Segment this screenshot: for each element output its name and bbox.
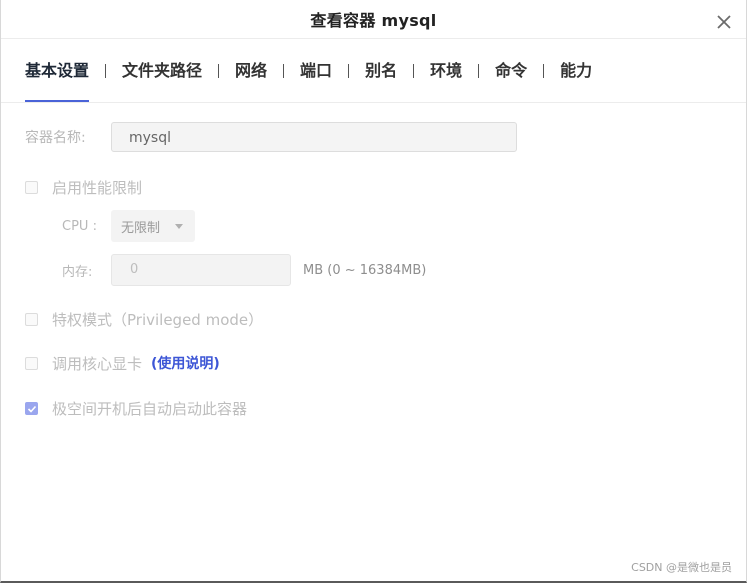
- tab-divider: [105, 63, 107, 78]
- tab-basic-settings[interactable]: 基本设置: [25, 56, 90, 102]
- tab-ports[interactable]: 端口: [300, 56, 332, 86]
- memory-label: 内存:: [62, 264, 93, 280]
- perf-limit-label: 启用性能限制: [52, 178, 143, 197]
- container-name-label: 容器名称:: [25, 130, 86, 146]
- privileged-checkbox[interactable]: [25, 312, 38, 326]
- watermark: CSDN @是微也是员: [631, 561, 732, 574]
- basic-settings-form: 容器名称: mysql 启用性能限制 CPU : 无限制 内存: 0 MB (0…: [25, 121, 725, 419]
- tab-environment[interactable]: 环境: [430, 56, 462, 86]
- checkmark-icon: [27, 405, 37, 413]
- container-name-row: 容器名称: mysql: [25, 121, 725, 153]
- gpu-label: 调用核心显卡: [52, 354, 143, 373]
- cpu-select[interactable]: 无限制: [111, 210, 195, 242]
- cpu-select-value: 无限制: [121, 220, 161, 236]
- tab-bar: 基本设置 文件夹路径 网络 端口 别名 环境 命令 能力: [1, 39, 746, 103]
- privileged-label: 特权模式（Privileged mode）: [52, 310, 264, 329]
- tab-divider: [283, 63, 285, 78]
- tab-network[interactable]: 网络: [235, 56, 267, 86]
- cpu-row: CPU : 无限制: [25, 210, 725, 242]
- perf-limit-checkbox[interactable]: [25, 180, 38, 194]
- gpu-checkbox[interactable]: [25, 356, 38, 370]
- tab-folder-path[interactable]: 文件夹路径: [122, 56, 202, 86]
- memory-row: 内存: 0 MB (0 ~ 16384MB): [25, 254, 725, 286]
- autostart-row[interactable]: 极空间开机后自动启动此容器: [25, 397, 725, 419]
- tab-command[interactable]: 命令: [495, 56, 527, 86]
- tab-divider: [413, 63, 415, 78]
- chevron-down-icon: [175, 223, 183, 229]
- tab-alias[interactable]: 别名: [365, 56, 397, 86]
- container-name-input[interactable]: mysql: [111, 122, 517, 152]
- close-icon[interactable]: [714, 10, 734, 30]
- dialog-title: 查看容器 mysql: [310, 11, 437, 30]
- privileged-row[interactable]: 特权模式（Privileged mode）: [25, 308, 725, 330]
- screen: 查看容器 mysql 基本设置 文件夹路径 网络 端口 别名 环境 命令 能力: [0, 0, 747, 585]
- memory-unit: MB (0 ~ 16384MB): [303, 262, 427, 278]
- tab-divider: [478, 63, 480, 78]
- autostart-label: 极空间开机后自动启动此容器: [52, 399, 248, 418]
- gpu-row[interactable]: 调用核心显卡 (使用说明): [25, 352, 725, 374]
- tab-divider: [348, 63, 350, 78]
- perf-limit-row[interactable]: 启用性能限制: [25, 176, 725, 198]
- tab-divider: [218, 63, 220, 78]
- gpu-help-link[interactable]: (使用说明): [151, 353, 220, 373]
- container-dialog: 查看容器 mysql 基本设置 文件夹路径 网络 端口 别名 环境 命令 能力: [0, 0, 747, 583]
- memory-input[interactable]: 0: [111, 254, 291, 286]
- tab-capabilities[interactable]: 能力: [560, 56, 592, 86]
- tab-divider: [543, 63, 545, 78]
- autostart-checkbox[interactable]: [25, 401, 38, 415]
- cpu-label: CPU :: [62, 218, 97, 234]
